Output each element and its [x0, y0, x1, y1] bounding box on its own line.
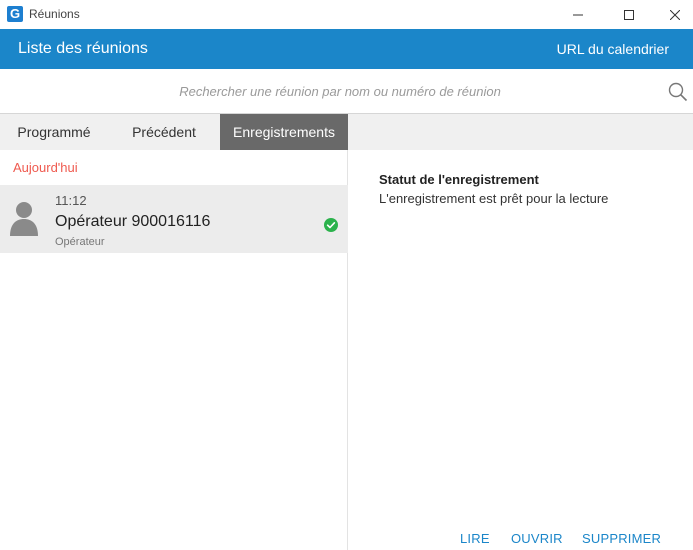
play-button[interactable]: LIRE	[460, 531, 490, 546]
tab-bar: Programmé Précédent Enregistrements	[0, 114, 693, 150]
open-button[interactable]: OUVRIR	[511, 531, 563, 546]
app-logo-icon: G	[7, 6, 23, 22]
search-input[interactable]	[150, 79, 530, 103]
item-time: 11:12	[55, 193, 87, 208]
delete-button[interactable]: SUPPRIMER	[582, 531, 661, 546]
item-name: Opérateur 900016116	[55, 213, 211, 230]
maximize-button[interactable]	[606, 0, 652, 29]
page-title: Liste des réunions	[18, 40, 148, 57]
avatar-icon	[10, 202, 38, 236]
list-item[interactable]: 11:12 Opérateur 900016116 Opérateur	[0, 185, 348, 253]
search-bar	[0, 69, 693, 114]
recordings-list: Aujourd'hui 11:12 Opérateur 900016116 Op…	[0, 150, 348, 550]
calendar-url-link[interactable]: URL du calendrier	[557, 41, 669, 57]
tab-scheduled[interactable]: Programmé	[0, 114, 108, 150]
window-titlebar: G Réunions	[0, 0, 693, 29]
tab-recordings[interactable]: Enregistrements	[220, 114, 348, 150]
tab-previous[interactable]: Précédent	[108, 114, 220, 150]
item-subtitle: Opérateur	[55, 236, 105, 248]
minimize-button[interactable]	[555, 0, 601, 29]
section-label-today: Aujourd'hui	[13, 160, 78, 175]
close-button[interactable]	[652, 0, 693, 29]
status-text: L'enregistrement est prêt pour la lectur…	[379, 191, 609, 206]
minimize-icon	[573, 14, 583, 15]
window-title: Réunions	[29, 7, 80, 21]
status-title: Statut de l'enregistrement	[379, 172, 539, 187]
recording-details: Statut de l'enregistrement L'enregistrem…	[349, 150, 693, 550]
check-circle-icon	[324, 218, 338, 232]
search-icon[interactable]	[668, 82, 688, 102]
app-header: Liste des réunions URL du calendrier	[0, 29, 693, 69]
maximize-icon	[624, 9, 634, 20]
close-icon	[670, 9, 680, 20]
